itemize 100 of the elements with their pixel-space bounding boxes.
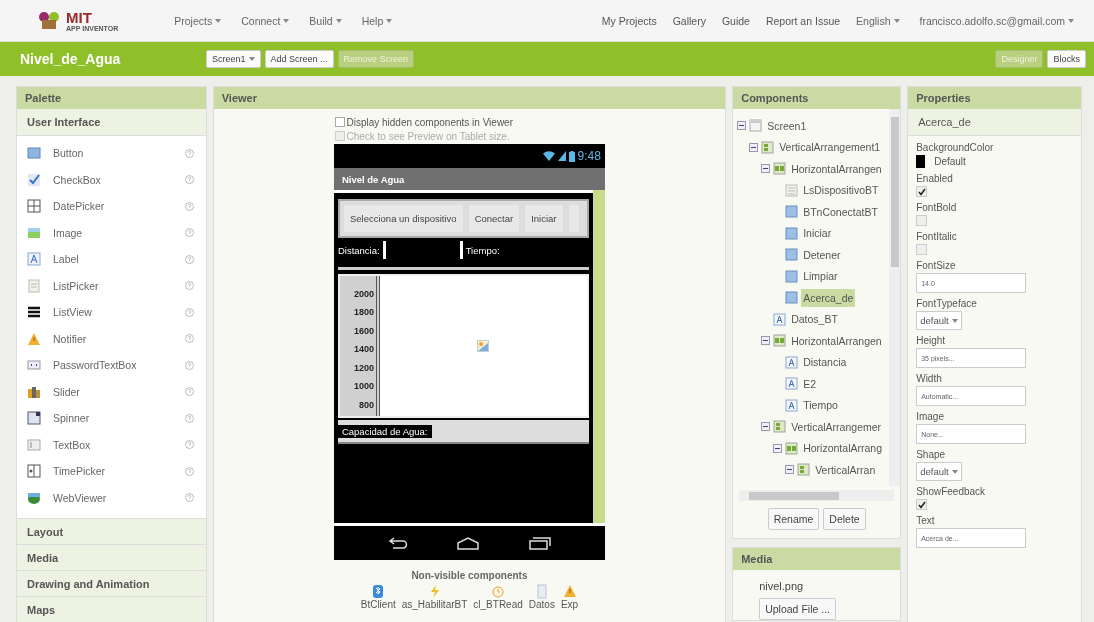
tree-item[interactable]: HorizontalArrang bbox=[801, 439, 884, 458]
palette-section[interactable]: Drawing and Animation bbox=[17, 570, 206, 596]
component-icon bbox=[785, 441, 799, 455]
palette-item[interactable]: PasswordTextBox bbox=[53, 359, 173, 372]
tree-item[interactable]: VerticalArrangement1 bbox=[777, 138, 883, 157]
component-label[interactable]: BtClient bbox=[360, 599, 396, 610]
checkbox[interactable] bbox=[335, 117, 346, 127]
menu-item[interactable]: Build bbox=[309, 14, 342, 27]
palette-item[interactable]: CheckBox bbox=[53, 173, 173, 186]
upload-button[interactable]: Upload File ... bbox=[759, 598, 836, 620]
collapse-icon[interactable] bbox=[737, 121, 747, 131]
tree-item[interactable]: Acerca_de bbox=[801, 288, 856, 307]
help-icon[interactable] bbox=[184, 175, 194, 185]
tree-item[interactable]: Distancia bbox=[801, 353, 849, 372]
dropdown[interactable]: default bbox=[916, 311, 962, 330]
tree-item[interactable]: Limpiar bbox=[801, 267, 840, 286]
tree-item[interactable]: VerticalArrangemer bbox=[789, 417, 884, 436]
scrollbar[interactable] bbox=[889, 109, 901, 486]
palette-item[interactable]: DatePicker bbox=[53, 200, 173, 213]
nav-link[interactable]: Guide bbox=[721, 14, 750, 27]
tree-item[interactable]: VerticalArran bbox=[813, 460, 878, 479]
tree-item[interactable]: E2 bbox=[801, 374, 819, 393]
language-menu[interactable]: English bbox=[856, 14, 900, 27]
collapse-icon[interactable] bbox=[773, 443, 783, 453]
palette-item[interactable]: ListView bbox=[53, 306, 173, 319]
tree-item[interactable]: Datos_BT bbox=[789, 310, 840, 329]
checkbox[interactable] bbox=[916, 244, 928, 255]
component-icon bbox=[785, 377, 799, 391]
app-button[interactable]: Selecciona un dispositivo bbox=[343, 205, 463, 232]
palette-item[interactable]: Spinner bbox=[53, 412, 173, 425]
checkbox[interactable] bbox=[916, 499, 928, 510]
palette-item[interactable]: TextBox bbox=[53, 438, 173, 451]
scrollbar[interactable] bbox=[739, 490, 895, 501]
tree-item[interactable]: Detener bbox=[801, 245, 843, 264]
action-button[interactable]: Delete bbox=[823, 508, 866, 530]
palette-section[interactable]: Media bbox=[17, 544, 206, 570]
tree-item[interactable]: Screen1 bbox=[765, 116, 809, 135]
recents-icon[interactable] bbox=[528, 536, 551, 550]
tree-item[interactable]: Iniciar bbox=[801, 224, 834, 243]
tree-item[interactable]: Tiempo bbox=[801, 396, 840, 415]
axis-label: 1600 bbox=[353, 324, 374, 338]
media-file[interactable]: nivel.png bbox=[759, 580, 804, 592]
collapse-icon[interactable] bbox=[761, 422, 771, 432]
help-icon[interactable] bbox=[184, 360, 194, 370]
collapse-icon[interactable] bbox=[749, 142, 759, 152]
collapse-icon[interactable] bbox=[761, 164, 771, 174]
help-icon[interactable] bbox=[184, 281, 194, 291]
tree-item[interactable]: HorizontalArrangen bbox=[789, 331, 884, 350]
menu-item[interactable]: Help bbox=[361, 14, 393, 27]
help-icon[interactable] bbox=[184, 254, 194, 264]
palette-item[interactable]: Image bbox=[53, 226, 173, 239]
collapse-icon[interactable] bbox=[785, 465, 795, 475]
help-icon[interactable] bbox=[184, 387, 194, 397]
palette-item[interactable]: Label bbox=[53, 253, 173, 266]
action-button[interactable]: Rename bbox=[767, 508, 820, 530]
option-label: Display hidden components in Viewer bbox=[346, 116, 513, 128]
help-icon[interactable] bbox=[184, 466, 194, 476]
dropdown[interactable]: default bbox=[916, 462, 962, 481]
tree-item[interactable]: BTnConectatBT bbox=[801, 202, 880, 221]
color-picker[interactable]: Default bbox=[916, 155, 966, 168]
logo-title: MIT bbox=[66, 9, 93, 25]
help-icon[interactable] bbox=[184, 413, 194, 423]
checkbox[interactable] bbox=[916, 215, 928, 226]
app-button[interactable]: Iniciar bbox=[525, 205, 563, 232]
screen-button[interactable]: Add Screen ... bbox=[264, 50, 334, 68]
checkbox[interactable] bbox=[916, 186, 928, 197]
palette-item[interactable]: TimePicker bbox=[53, 465, 173, 478]
component-label[interactable]: Datos bbox=[528, 599, 555, 610]
component-label[interactable]: cl_BTRead bbox=[473, 599, 523, 610]
help-icon[interactable] bbox=[184, 201, 194, 211]
help-icon[interactable] bbox=[184, 493, 194, 503]
help-icon[interactable] bbox=[184, 440, 194, 450]
help-icon[interactable] bbox=[184, 148, 194, 158]
app-button[interactable]: Conectar bbox=[468, 205, 520, 232]
tree-item[interactable]: LsDispositivoBT bbox=[801, 181, 881, 200]
nav-link[interactable]: Report an Issue bbox=[765, 14, 841, 27]
palette-section[interactable]: Maps bbox=[17, 596, 206, 622]
component-label[interactable]: as_HabilitarBT bbox=[401, 599, 468, 610]
palette-item[interactable]: Notifier bbox=[53, 332, 173, 345]
help-icon[interactable] bbox=[184, 307, 194, 317]
palette-item[interactable]: Slider bbox=[53, 385, 173, 398]
tree-item[interactable]: HorizontalArrangen bbox=[789, 159, 884, 178]
back-icon[interactable] bbox=[388, 537, 409, 549]
palette-item[interactable]: WebViewer bbox=[53, 491, 173, 504]
collapse-icon[interactable] bbox=[761, 336, 771, 346]
help-icon[interactable] bbox=[184, 334, 194, 344]
menu-item[interactable]: Connect bbox=[241, 14, 290, 27]
menu-item[interactable]: Projects bbox=[174, 14, 222, 27]
account-menu[interactable]: francisco.adolfo.sc@gmail.com bbox=[919, 14, 1074, 27]
nav-link[interactable]: Gallery bbox=[672, 14, 706, 27]
home-icon[interactable] bbox=[456, 536, 481, 550]
nav-link[interactable]: My Projects bbox=[601, 14, 657, 27]
palette-item[interactable]: Button bbox=[53, 147, 173, 160]
help-icon[interactable] bbox=[184, 228, 194, 238]
palette-section[interactable]: Layout bbox=[17, 518, 206, 544]
palette-item[interactable]: ListPicker bbox=[53, 279, 173, 292]
palette-section[interactable]: User Interface bbox=[17, 109, 206, 136]
view-button[interactable]: Blocks bbox=[1047, 50, 1086, 68]
component-label[interactable]: Exp bbox=[560, 599, 579, 610]
screen-dropdown[interactable]: Screen1 bbox=[206, 50, 261, 68]
